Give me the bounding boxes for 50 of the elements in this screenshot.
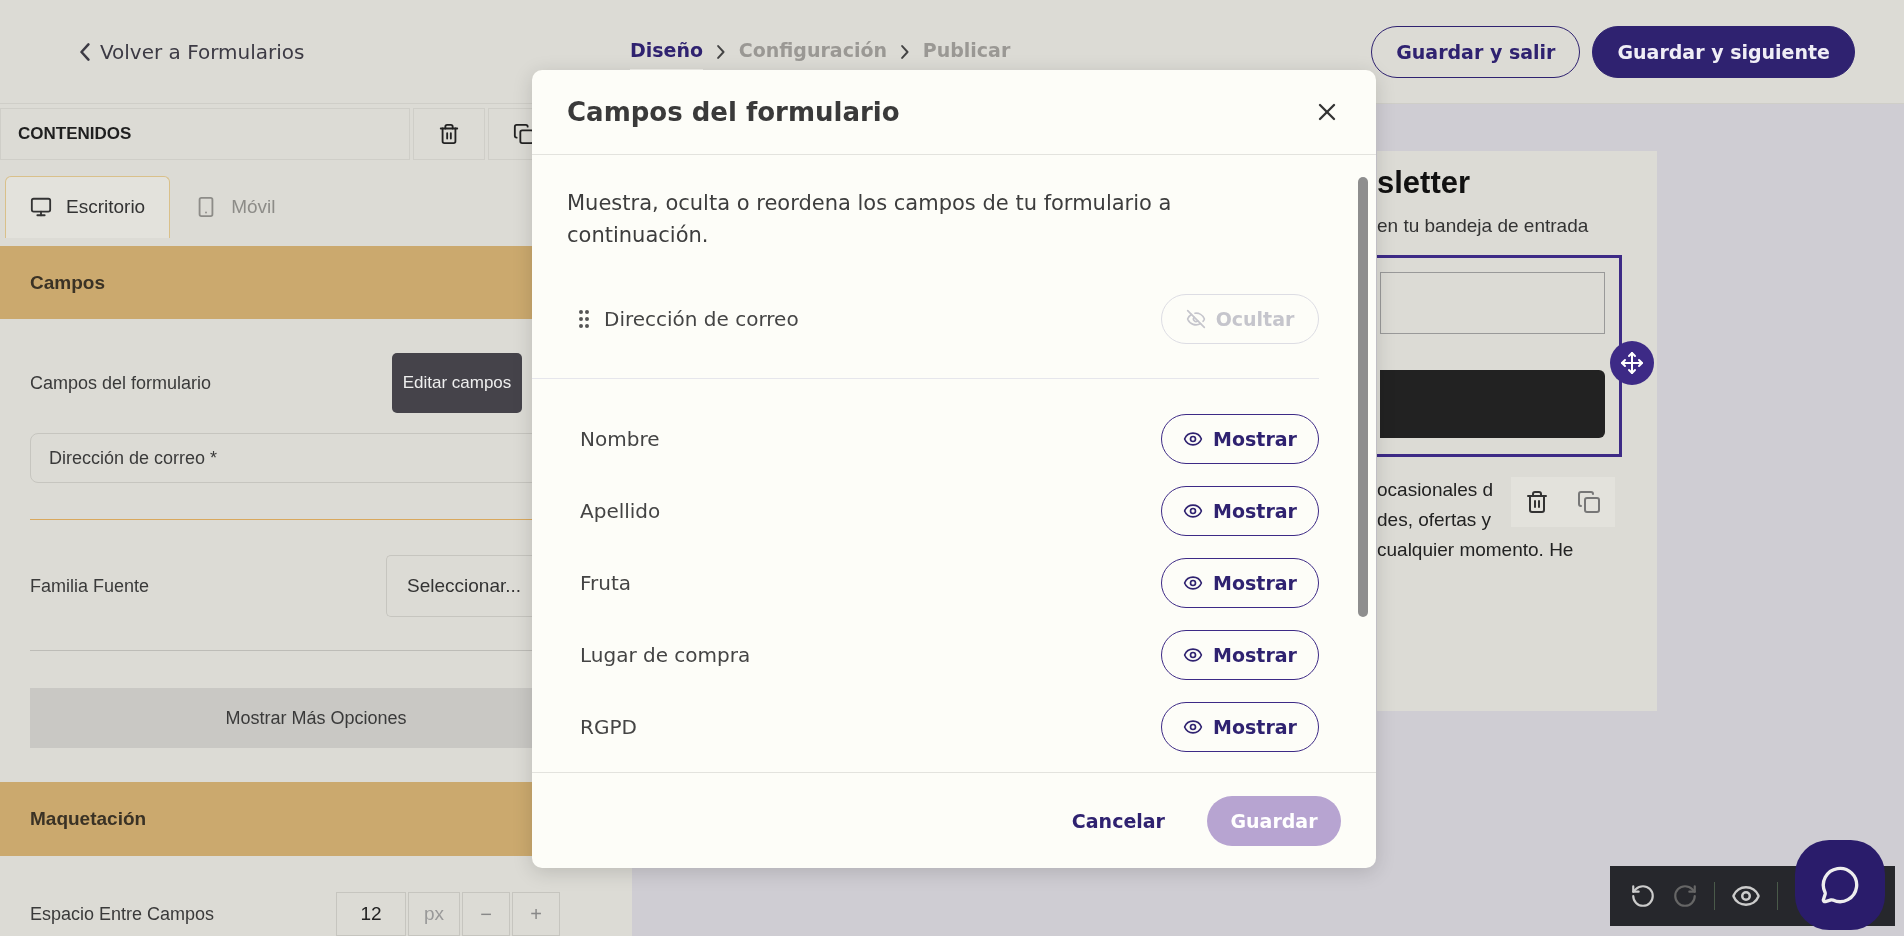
trash-icon [438, 122, 460, 145]
duplicate-icon[interactable] [1577, 490, 1601, 514]
chat-icon [1820, 865, 1860, 905]
eye-icon [1183, 429, 1204, 449]
field-row[interactable]: Fruta Mostrar [532, 547, 1319, 619]
move-handle[interactable] [1610, 341, 1654, 385]
eye-off-icon [1185, 308, 1206, 329]
move-icon [1620, 351, 1644, 375]
chevron-left-icon [80, 42, 90, 61]
field-label: Campos del formulario [30, 372, 212, 394]
consent-text: cualquier momento. He [1377, 539, 1575, 561]
field-name: Lugar de compra [580, 643, 751, 667]
delete-icon[interactable] [1525, 490, 1549, 514]
edit-fields-button[interactable]: Editar campos [392, 353, 522, 414]
show-button[interactable]: Mostrar [1161, 558, 1319, 608]
field-label: Espacio Entre Campos [30, 903, 215, 925]
spacing-input[interactable]: 12 [336, 892, 406, 936]
show-button[interactable]: Mostrar [1161, 414, 1319, 464]
back-link[interactable]: Volver a Formularios [80, 39, 630, 64]
consent-text: des, ofertas y [1377, 509, 1493, 531]
device-tab[interactable]: Escritorio [5, 175, 171, 238]
redo-icon[interactable] [1672, 883, 1698, 909]
email-input[interactable] [1380, 272, 1605, 334]
chevron-right-icon [717, 44, 725, 59]
field-row[interactable]: Lugar de compra Mostrar [532, 619, 1319, 691]
newsletter-subtitle: en tu bandeja de entrada [1377, 215, 1590, 237]
newsletter-title: sletter [1377, 165, 1472, 201]
field-label: Familia Fuente [30, 575, 150, 597]
delete-button[interactable] [413, 108, 485, 160]
eye-icon [1183, 573, 1204, 593]
scrollbar-thumb[interactable] [1358, 177, 1368, 617]
dialog-title: Campos del formulario [567, 97, 900, 127]
form-block[interactable] [1377, 255, 1622, 457]
field-name: Apellido [580, 499, 661, 523]
panel-title: CONTENIDOS [0, 108, 410, 160]
chevron-right-icon [901, 44, 909, 59]
show-button[interactable]: Mostrar [1161, 630, 1319, 680]
unit-label: px [408, 892, 460, 936]
monitor-icon [30, 196, 52, 219]
eye-icon [1183, 501, 1204, 521]
show-button[interactable]: Mostrar [1161, 486, 1319, 536]
cancel-button[interactable]: Cancelar [1065, 808, 1171, 833]
undo-icon[interactable] [1630, 883, 1656, 909]
copy-icon [513, 122, 535, 145]
save-next-button[interactable]: Guardar y siguiente [1592, 25, 1855, 78]
consent-text: ocasionales d [1377, 479, 1495, 501]
eye-icon [1183, 645, 1204, 665]
eye-icon [1183, 717, 1204, 737]
show-button[interactable]: Mostrar [1161, 702, 1319, 752]
field-name: Fruta [580, 571, 632, 595]
